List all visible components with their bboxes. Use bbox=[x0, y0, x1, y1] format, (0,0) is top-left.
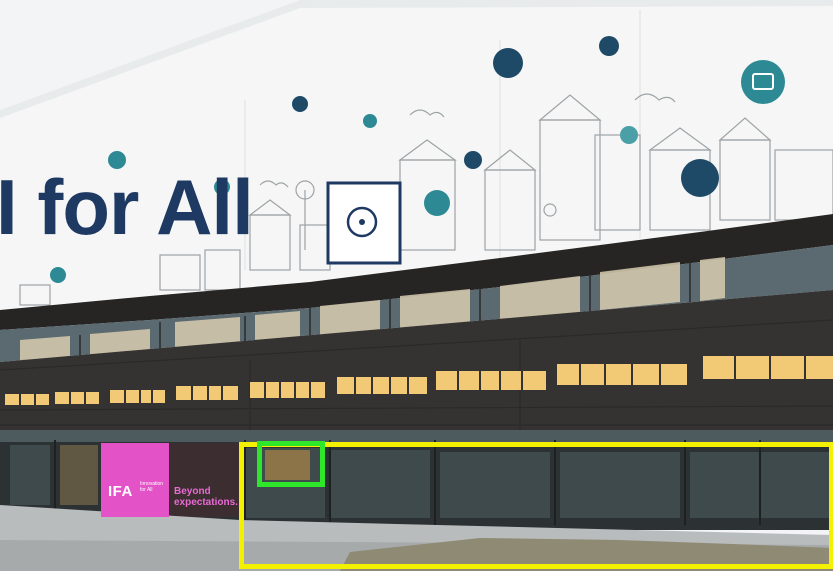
photo-scene: I for All IFA Innovation for All Beyond … bbox=[0, 0, 833, 571]
yellow-annotation-box bbox=[239, 442, 833, 569]
mic-icon bbox=[599, 36, 619, 56]
green-annotation-box bbox=[257, 441, 325, 487]
screen-icon bbox=[363, 114, 377, 128]
robot-icon bbox=[681, 159, 719, 197]
banner-headline: I for All bbox=[0, 163, 254, 251]
speaker-icon bbox=[424, 190, 450, 216]
ifa-small-text: Innovation for All bbox=[140, 481, 164, 493]
ifa-logo: IFA bbox=[108, 483, 133, 500]
watch-icon bbox=[464, 151, 482, 169]
tablet-icon bbox=[50, 267, 66, 283]
camera-icon bbox=[620, 126, 638, 144]
tv-icon bbox=[741, 60, 785, 104]
beyond-expectations-text: Beyond expectations. bbox=[174, 486, 238, 508]
ifa-sign-panel bbox=[101, 443, 169, 517]
dot-icon bbox=[292, 96, 308, 112]
chat-icon bbox=[493, 48, 523, 78]
